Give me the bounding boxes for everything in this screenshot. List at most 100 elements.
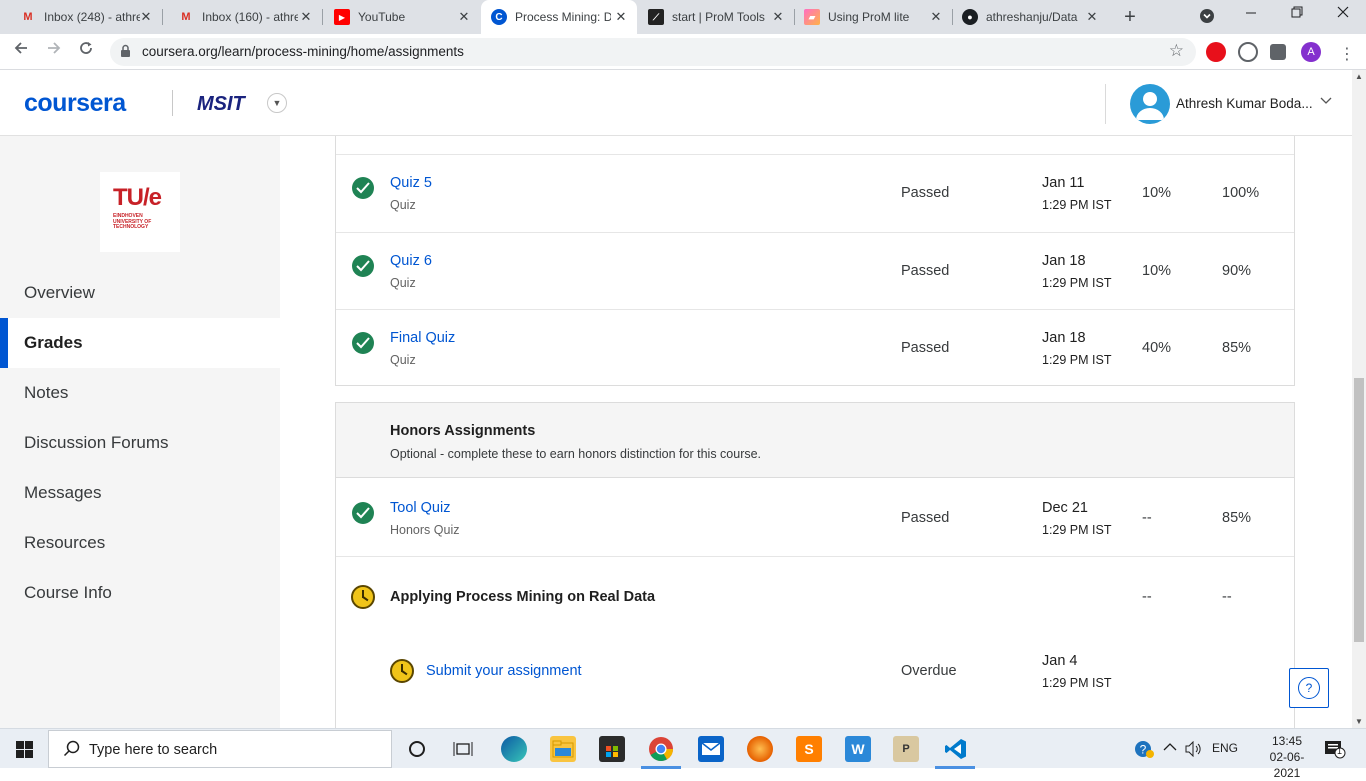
firefox-icon[interactable] bbox=[747, 736, 773, 762]
restore-icon[interactable] bbox=[1287, 5, 1307, 22]
scroll-up-icon[interactable]: ▲ bbox=[1355, 72, 1363, 81]
close-icon[interactable]: ✕ bbox=[613, 9, 629, 25]
due-time: 1:29 PM IST bbox=[1042, 523, 1112, 537]
bookmark-star-icon[interactable]: ☆ bbox=[1169, 41, 1184, 61]
username[interactable]: Athresh Kumar Boda... bbox=[1176, 96, 1313, 111]
vscode-icon[interactable] bbox=[943, 736, 969, 762]
tab-process-mining[interactable]: C Process Mining: D ✕ bbox=[481, 0, 637, 34]
back-icon[interactable] bbox=[10, 40, 32, 61]
notification-icon[interactable]: 1 bbox=[1324, 739, 1346, 762]
check-circle-icon bbox=[352, 177, 374, 199]
window-close-icon[interactable] bbox=[1333, 5, 1353, 22]
due-time: 1:29 PM IST bbox=[1042, 676, 1112, 690]
svg-text:?: ? bbox=[1140, 743, 1147, 757]
item-title-link[interactable]: Quiz 6 bbox=[390, 253, 432, 269]
page-scrollbar[interactable]: ▲ ▼ bbox=[1352, 70, 1366, 728]
chrome-icon[interactable] bbox=[648, 736, 674, 762]
whiteboard-icon[interactable]: W bbox=[845, 736, 871, 762]
edge-icon[interactable] bbox=[501, 736, 527, 762]
menu-kebab-icon[interactable]: ⋮ bbox=[1339, 44, 1355, 64]
close-icon[interactable]: ✕ bbox=[456, 9, 472, 25]
help-tray-icon[interactable]: ? bbox=[1134, 739, 1154, 762]
windows-start-icon[interactable] bbox=[16, 741, 33, 758]
coursera-logo[interactable]: coursera bbox=[24, 89, 126, 118]
address-bar[interactable]: coursera.org/learn/process-mining/home/a… bbox=[110, 38, 1196, 66]
item-status: Passed bbox=[901, 510, 950, 526]
profile-avatar[interactable]: A bbox=[1301, 42, 1321, 62]
item-title-link[interactable]: Quiz 5 bbox=[390, 175, 432, 191]
sidebar-item-overview[interactable]: Overview bbox=[0, 268, 280, 318]
task-view-icon[interactable] bbox=[450, 736, 476, 762]
prom-app-icon[interactable]: P bbox=[893, 736, 919, 762]
scrollbar-thumb[interactable] bbox=[1354, 378, 1364, 642]
due-date: Jan 11 bbox=[1042, 175, 1085, 191]
honors-table: Honors Assignments Optional - complete t… bbox=[335, 402, 1295, 732]
new-tab-button[interactable]: + bbox=[1119, 6, 1141, 29]
user-avatar[interactable] bbox=[1130, 84, 1170, 124]
msit-logo[interactable]: MSIT bbox=[197, 93, 245, 116]
prom-icon: ⟋ bbox=[648, 9, 664, 25]
due-date: Jan 4 bbox=[1042, 653, 1078, 669]
close-icon[interactable]: ✕ bbox=[1084, 9, 1100, 25]
clock-time-text: 13:45 bbox=[1271, 734, 1303, 748]
notification-count: 1 bbox=[1337, 746, 1343, 756]
tab-gmail-160[interactable]: M Inbox (160) - athre ✕ bbox=[158, 0, 322, 34]
sidebar-item-messages[interactable]: Messages bbox=[0, 468, 280, 518]
due-time: 1:29 PM IST bbox=[1042, 198, 1112, 212]
scroll-down-icon[interactable]: ▼ bbox=[1355, 717, 1363, 726]
store-icon[interactable] bbox=[599, 736, 625, 762]
extensions-puzzle-icon[interactable] bbox=[1270, 44, 1286, 60]
submit-assignment-link[interactable]: Submit your assignment bbox=[426, 663, 582, 679]
mail-icon[interactable] bbox=[698, 736, 724, 762]
help-button[interactable]: ? bbox=[1289, 668, 1329, 708]
sublime-text-icon[interactable]: S bbox=[796, 736, 822, 762]
tab-using-prom-lite[interactable]: ▰ Using ProM lite ✕ bbox=[794, 0, 952, 34]
due-time: 1:29 PM IST bbox=[1042, 276, 1112, 290]
minimize-icon[interactable] bbox=[1241, 5, 1261, 22]
forward-icon[interactable] bbox=[43, 40, 65, 61]
tab-github[interactable]: ● athreshanju/Data ✕ bbox=[952, 0, 1108, 34]
volume-icon[interactable] bbox=[1185, 740, 1203, 760]
clock-date-text: 02-06-2021 bbox=[1269, 750, 1305, 780]
tab-youtube[interactable]: ▶ YouTube ✕ bbox=[314, 0, 480, 34]
close-icon[interactable]: ✕ bbox=[298, 9, 314, 25]
close-icon[interactable]: ✕ bbox=[138, 9, 154, 25]
search-placeholder: Type here to search bbox=[89, 742, 218, 758]
submit-status: Overdue bbox=[901, 663, 957, 679]
cortana-icon[interactable] bbox=[404, 736, 430, 762]
taskbar-search-input[interactable]: Type here to search bbox=[48, 730, 392, 768]
check-circle-icon bbox=[352, 502, 374, 524]
close-icon[interactable]: ✕ bbox=[770, 9, 786, 25]
item-grade: 85% bbox=[1222, 510, 1252, 526]
due-date: Jan 18 bbox=[1042, 330, 1086, 346]
block-extension-icon[interactable] bbox=[1238, 42, 1258, 62]
adblock-extension-icon[interactable] bbox=[1206, 42, 1226, 62]
assignment-section: Applying Process Mining on Real Data -- … bbox=[336, 556, 1294, 732]
windows-taskbar: Type here to search S W P ? ENG 13:45 02… bbox=[0, 728, 1366, 780]
taskbar-clock[interactable]: 13:45 02-06-2021 bbox=[1262, 733, 1312, 781]
close-icon[interactable]: ✕ bbox=[928, 9, 944, 25]
item-title-link[interactable]: Final Quiz bbox=[390, 330, 455, 346]
tab-gmail-248[interactable]: M Inbox (248) - athre ✕ bbox=[0, 0, 162, 34]
section-weight: -- bbox=[1142, 589, 1152, 605]
language-indicator[interactable]: ENG bbox=[1212, 741, 1238, 755]
sidebar-item-discussion-forums[interactable]: Discussion Forums bbox=[0, 418, 280, 468]
chevron-down-icon[interactable]: ▼ bbox=[267, 93, 287, 113]
sidebar-item-notes[interactable]: Notes bbox=[0, 368, 280, 418]
site-header: coursera MSIT ▼ Athresh Kumar Boda... bbox=[0, 70, 1352, 136]
tab-prom-tools[interactable]: ⟋ start | ProM Tools ✕ bbox=[638, 0, 794, 34]
sidebar-item-grades[interactable]: Grades bbox=[0, 318, 280, 368]
chevron-down-icon[interactable] bbox=[1320, 96, 1332, 108]
item-weight: 10% bbox=[1142, 185, 1172, 201]
file-explorer-icon[interactable] bbox=[550, 736, 576, 762]
sidebar-item-resources[interactable]: Resources bbox=[0, 518, 280, 568]
honors-header: Honors Assignments Optional - complete t… bbox=[336, 403, 1294, 478]
item-title-link[interactable]: Tool Quiz bbox=[390, 500, 450, 516]
item-weight: 10% bbox=[1142, 263, 1172, 279]
reload-icon[interactable] bbox=[75, 40, 97, 61]
section-grade: -- bbox=[1222, 589, 1232, 605]
item-grade: 100% bbox=[1222, 185, 1260, 201]
chevron-up-icon[interactable] bbox=[1163, 741, 1177, 755]
sidebar-item-course-info[interactable]: Course Info bbox=[0, 568, 280, 618]
tab-search-icon[interactable] bbox=[1197, 8, 1217, 27]
